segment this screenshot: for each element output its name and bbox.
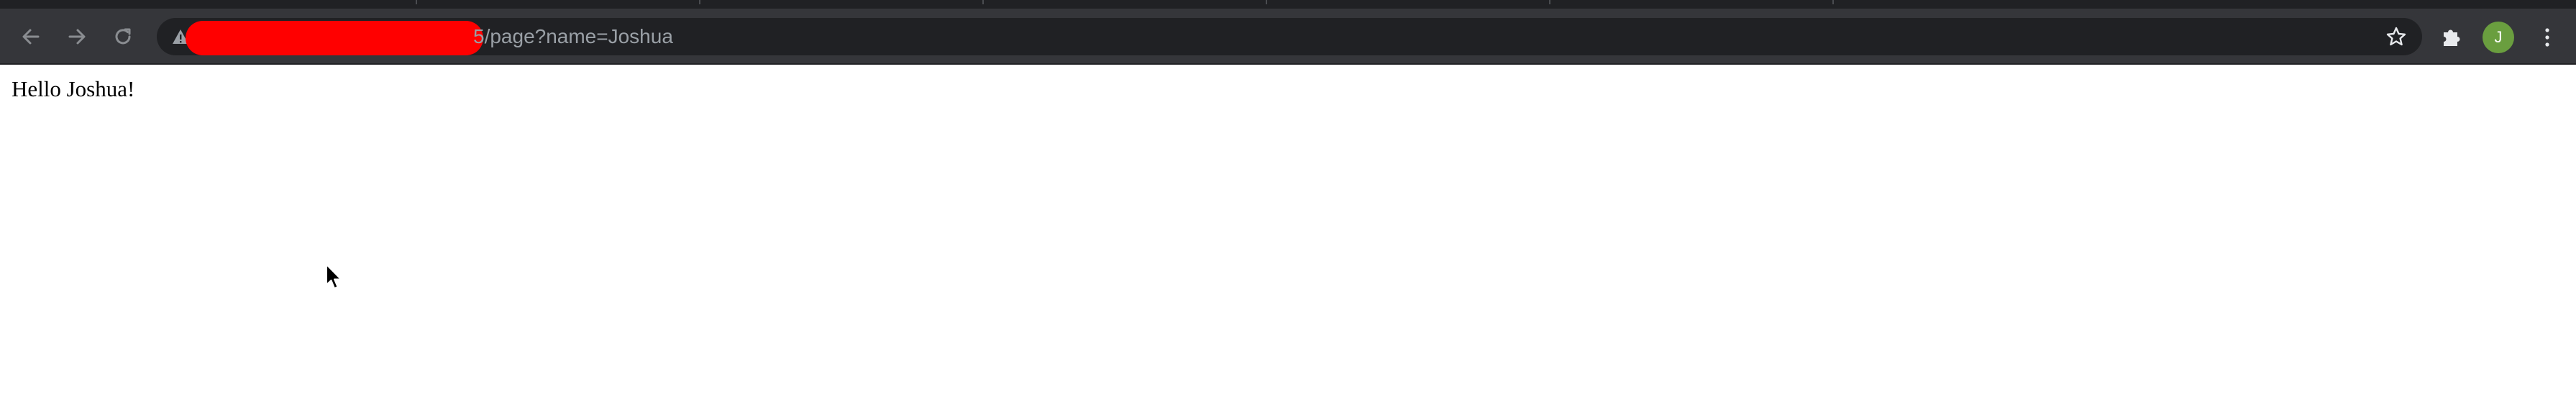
bookmark-button[interactable] [2383,24,2409,50]
browser-window: 5/page?name=Joshua J Hello Joshua! [0,0,2576,404]
tab-separator [699,0,700,4]
mouse-cursor-icon [326,264,342,289]
reload-icon [115,28,131,45]
url-text[interactable]: 5/page?name=Joshua [473,18,673,55]
arrow-right-icon [68,29,86,45]
forward-button[interactable] [59,19,95,55]
reload-button[interactable] [105,19,141,55]
browser-toolbar: 5/page?name=Joshua J [0,9,2576,65]
tab-separator [1549,0,1550,4]
address-bar[interactable]: 5/page?name=Joshua [157,18,2422,55]
back-button[interactable] [13,19,49,55]
tab-separator [1832,0,1834,4]
tab-strip [0,0,2576,9]
browser-menu-button[interactable] [2533,22,2562,53]
tab-separator [1266,0,1267,4]
extensions-button[interactable] [2435,22,2467,53]
arrow-left-icon [22,29,40,45]
star-icon [2386,27,2406,46]
tab-separator [982,0,984,4]
greeting-text: Hello Joshua! [12,76,135,101]
redacted-url-host [186,21,483,55]
puzzle-icon [2444,29,2460,46]
tab-separator [416,0,417,4]
kebab-menu-icon [2545,28,2549,47]
profile-avatar[interactable]: J [2483,22,2514,53]
page-content: Hello Joshua! [0,66,2576,404]
